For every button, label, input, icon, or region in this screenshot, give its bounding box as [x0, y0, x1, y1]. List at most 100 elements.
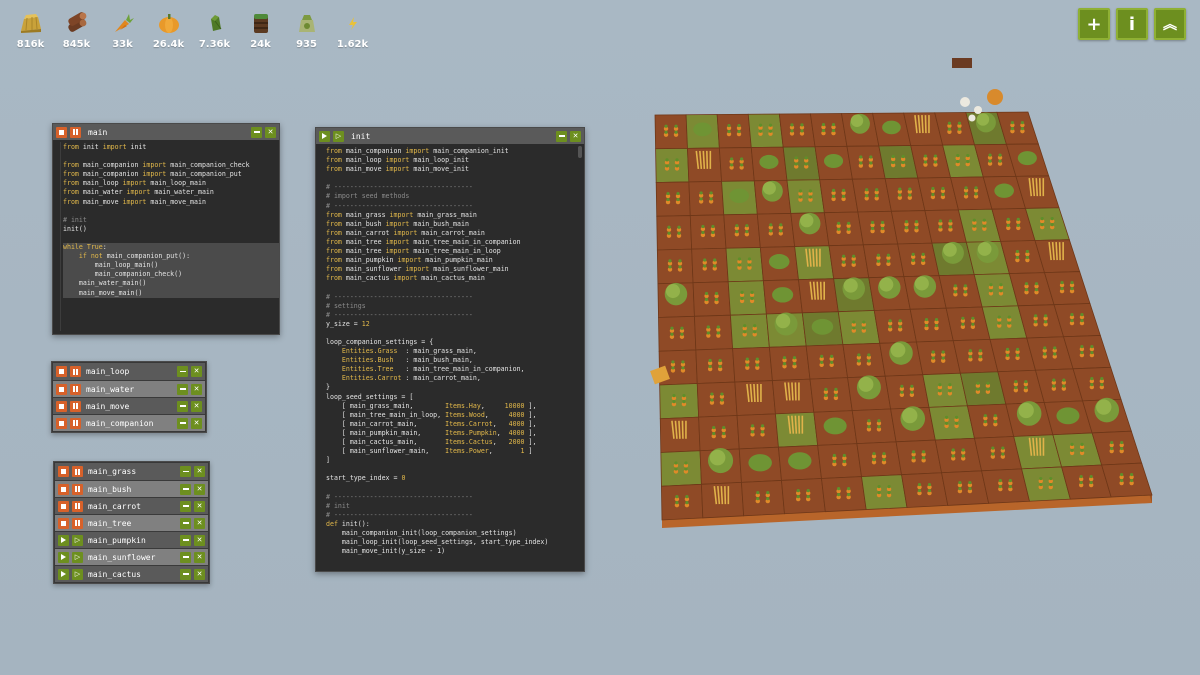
scrollbar[interactable]: [578, 146, 582, 158]
step-button[interactable]: ▷: [72, 534, 83, 546]
wheat-icon: [1038, 178, 1042, 197]
carrot-icon: [887, 484, 891, 489]
pause-button[interactable]: [70, 417, 81, 429]
carrot-icon: [831, 188, 836, 192]
minimize-button[interactable]: [177, 383, 188, 395]
minimize-button[interactable]: [177, 400, 188, 412]
farm-field[interactable]: [600, 50, 1200, 580]
carrot-icon: [924, 317, 929, 322]
pause-button[interactable]: [72, 483, 83, 495]
minimize-button[interactable]: [180, 500, 191, 512]
add-window-button[interactable]: +: [1078, 8, 1110, 40]
stop-button[interactable]: [58, 500, 69, 512]
pause-button[interactable]: [70, 383, 81, 395]
close-button[interactable]: ✕: [570, 130, 581, 142]
script-row-main-carrot[interactable]: main_carrot ✕: [55, 497, 208, 514]
carrot-icon: [875, 194, 879, 198]
minimize-button[interactable]: [180, 517, 191, 529]
window-titlebar[interactable]: main ✕: [53, 124, 279, 140]
minimize-button[interactable]: [180, 466, 191, 477]
window-titlebar[interactable]: ▷ init ✕: [316, 128, 584, 144]
minimize-button[interactable]: [180, 551, 191, 563]
pause-button[interactable]: [70, 126, 81, 138]
code-line: [ main_pumpkin_main, Items.Pumpkin, 4000…: [326, 428, 537, 437]
run-button[interactable]: [319, 130, 330, 142]
stop-button[interactable]: [56, 383, 67, 395]
pause-button[interactable]: [70, 400, 81, 412]
stop-button[interactable]: [56, 400, 67, 412]
close-button[interactable]: ✕: [194, 568, 205, 580]
code-editor[interactable]: from main_companion import main_companio…: [316, 144, 584, 556]
farm-tile: [809, 113, 848, 148]
pause-button[interactable]: [72, 466, 83, 477]
farm-tile: [821, 476, 867, 513]
collapse-button[interactable]: ︽: [1154, 8, 1186, 40]
stop-button[interactable]: [58, 483, 69, 495]
minimize-button[interactable]: [251, 126, 262, 138]
info-button[interactable]: i: [1116, 8, 1148, 40]
script-row-main-tree[interactable]: main_tree ✕: [55, 514, 208, 531]
script-row-main-loop[interactable]: main_loop ✕: [53, 363, 205, 380]
minimize-button[interactable]: [177, 366, 188, 377]
pause-button[interactable]: [70, 366, 81, 377]
code-window-main[interactable]: main ✕ from init import init from main_c…: [52, 123, 280, 335]
code-editor[interactable]: from init import init from main_companio…: [53, 140, 279, 298]
stop-button[interactable]: [56, 126, 67, 138]
close-button[interactable]: ✕: [191, 400, 202, 412]
step-button[interactable]: ▷: [333, 130, 344, 142]
carrot-icon: [779, 223, 783, 227]
carrot-icon: [997, 321, 1001, 325]
farm-tile: [928, 405, 975, 441]
close-icon: ✕: [196, 552, 203, 561]
close-button[interactable]: ✕: [194, 534, 205, 546]
script-row-main-grass[interactable]: main_grass ✕: [55, 463, 208, 480]
resource-value: 935: [296, 39, 317, 50]
minimize-button[interactable]: [180, 483, 191, 495]
minimize-button[interactable]: [180, 534, 191, 546]
carrot-icon: [821, 122, 826, 127]
minimize-button[interactable]: [177, 417, 188, 429]
close-button[interactable]: ✕: [191, 366, 202, 377]
close-button[interactable]: ✕: [194, 483, 205, 495]
code-window-init[interactable]: ▷ init ✕ from main_companion import main…: [315, 127, 585, 572]
run-button[interactable]: [58, 568, 69, 580]
farm-tile: [934, 437, 983, 474]
run-button[interactable]: [58, 551, 69, 563]
script-row-main-sunflower[interactable]: ▷ main_sunflower ✕: [55, 548, 208, 565]
stop-button[interactable]: [58, 466, 69, 477]
minimize-icon: [179, 388, 186, 390]
close-icon: ✕: [572, 131, 579, 140]
step-button[interactable]: ▷: [72, 551, 83, 563]
stop-button[interactable]: [58, 517, 69, 529]
stop-button[interactable]: [56, 417, 67, 429]
close-button[interactable]: ✕: [191, 417, 202, 429]
carrot-icon: [730, 163, 734, 167]
minimize-button[interactable]: [556, 130, 567, 142]
carrot-icon: [956, 153, 960, 158]
carrot-icon: [998, 484, 1002, 489]
step-button[interactable]: ▷: [72, 568, 83, 580]
pause-button[interactable]: [72, 517, 83, 529]
farm-tile: [718, 147, 755, 182]
close-button[interactable]: ✕: [194, 551, 205, 563]
script-row-main-move[interactable]: main_move ✕: [53, 397, 205, 414]
close-button[interactable]: ✕: [194, 466, 205, 477]
stop-button[interactable]: [56, 366, 67, 377]
close-button[interactable]: ✕: [194, 517, 205, 529]
close-button[interactable]: ✕: [265, 126, 276, 138]
stop-icon: [59, 386, 64, 392]
script-name: main_companion: [86, 418, 154, 428]
script-row-main-companion[interactable]: main_companion ✕: [53, 414, 205, 431]
close-button[interactable]: ✕: [194, 500, 205, 512]
close-button[interactable]: ✕: [191, 383, 202, 395]
script-row-main-bush[interactable]: main_bush ✕: [55, 480, 208, 497]
tree-icon: [762, 181, 776, 195]
run-button[interactable]: [58, 534, 69, 546]
script-row-main-pumpkin[interactable]: ▷ main_pumpkin ✕: [55, 531, 208, 548]
script-row-main-water[interactable]: main_water ✕: [53, 380, 205, 397]
carrot-icon: [824, 387, 828, 392]
pause-button[interactable]: [72, 500, 83, 512]
minimize-button[interactable]: [180, 568, 191, 580]
script-row-main-cactus[interactable]: ▷ main_cactus ✕: [55, 565, 208, 582]
